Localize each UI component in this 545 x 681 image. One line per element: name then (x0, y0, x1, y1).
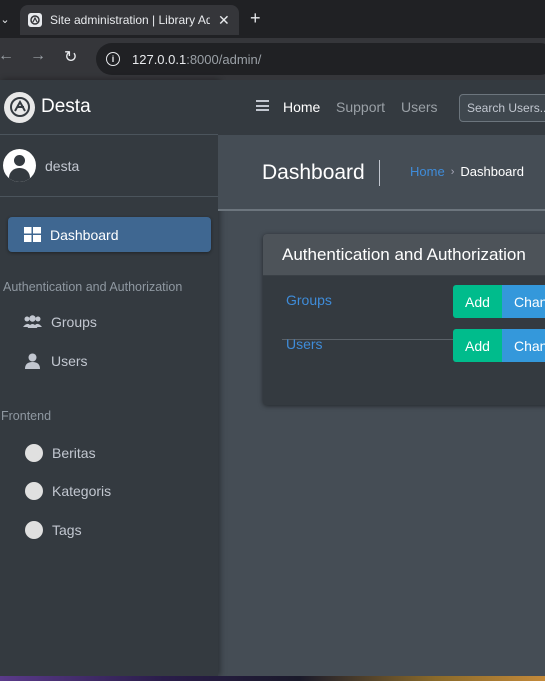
sidebar-section-header: Authentication and Authorization (3, 280, 183, 294)
nav-link-users[interactable]: Users (401, 99, 438, 115)
site-favicon-icon (28, 13, 42, 27)
desktop-taskbar-edge (0, 676, 545, 681)
sidebar-item-label: Kategoris (52, 483, 112, 499)
url-path: :8000/admin/ (186, 51, 262, 67)
user-avatar-icon (3, 149, 36, 182)
app-module-card: Authentication and Authorization Groups … (263, 234, 545, 405)
sidebar-item-tags[interactable]: Tags (25, 521, 82, 539)
nav-link-home[interactable]: Home (283, 99, 320, 115)
title-divider (379, 160, 380, 186)
sidebar-item-label: Groups (51, 314, 97, 330)
breadcrumb-current: Dashboard (460, 164, 524, 179)
brand-text: Desta (41, 96, 91, 117)
model-link-users[interactable]: Users (286, 336, 323, 352)
tab-title: Site administration | Library Admin (50, 13, 210, 27)
sidebar-item-label: Beritas (52, 445, 96, 461)
add-users-button[interactable]: Add (453, 329, 502, 362)
brand-logo-icon (4, 91, 35, 123)
site-info-icon[interactable]: i (106, 52, 120, 66)
sidebar-item-groups[interactable]: Groups (23, 314, 97, 330)
new-tab-icon[interactable]: + (250, 8, 261, 29)
breadcrumb-separator-icon: › (450, 165, 455, 178)
top-navbar: Home Support Users Search Users... (218, 80, 545, 135)
dashboard-grid-icon (24, 227, 41, 242)
url-host: 127.0.0.1 (132, 51, 187, 67)
brand-link[interactable]: Desta (0, 80, 218, 135)
sidebar-item-label: Dashboard (50, 226, 119, 243)
admin-app: Desta desta Dashboard Authentication and… (0, 80, 545, 676)
tab-search-chevron-icon[interactable]: ⌄ (0, 6, 16, 32)
sidebar-item-label: Tags (52, 522, 82, 538)
search-users-input[interactable]: Search Users... (459, 94, 545, 122)
sidebar-item-dashboard[interactable]: Dashboard (8, 217, 211, 252)
user-panel[interactable]: desta (0, 135, 218, 197)
sidebar-item-users[interactable]: Users (25, 353, 88, 369)
change-groups-button[interactable]: Change (502, 285, 545, 318)
sidebar-item-label: Users (51, 353, 88, 369)
content-header: Dashboard Home › Dashboard (218, 135, 545, 211)
address-bar[interactable]: i 127.0.0.1:8000/admin/ (96, 43, 545, 75)
reload-icon[interactable]: ↻ (64, 47, 77, 67)
browser-toolbar: ← → ↻ i 127.0.0.1:8000/admin/ (0, 38, 545, 80)
users-group-icon (23, 315, 42, 328)
sidebar-item-beritas[interactable]: Beritas (25, 444, 96, 462)
browser-tab-bar: ⌄ Site administration | Library Admin ✕ … (0, 0, 545, 38)
page-title: Dashboard (262, 161, 365, 184)
breadcrumb-home-link[interactable]: Home (410, 164, 445, 179)
user-name: desta (45, 157, 80, 174)
back-arrow-icon[interactable]: ← (0, 47, 14, 65)
circle-icon (25, 521, 43, 539)
sidebar: Desta desta Dashboard Authentication and… (0, 80, 218, 676)
tab-close-icon[interactable]: ✕ (218, 12, 230, 29)
change-users-button[interactable]: Change (502, 329, 545, 362)
breadcrumb: Home › Dashboard (410, 164, 524, 179)
model-link-groups[interactable]: Groups (286, 292, 332, 308)
circle-icon (25, 482, 43, 500)
card-title: Authentication and Authorization (263, 234, 545, 276)
user-icon (25, 353, 40, 369)
sidebar-item-kategoris[interactable]: Kategoris (25, 482, 111, 500)
hamburger-menu-icon[interactable] (256, 100, 269, 111)
browser-tab[interactable]: Site administration | Library Admin ✕ (20, 5, 239, 35)
forward-arrow-icon[interactable]: → (30, 47, 46, 65)
sidebar-section-header: Frontend (1, 409, 52, 423)
add-groups-button[interactable]: Add (453, 285, 502, 318)
nav-link-support[interactable]: Support (336, 99, 385, 115)
circle-icon (25, 444, 43, 462)
